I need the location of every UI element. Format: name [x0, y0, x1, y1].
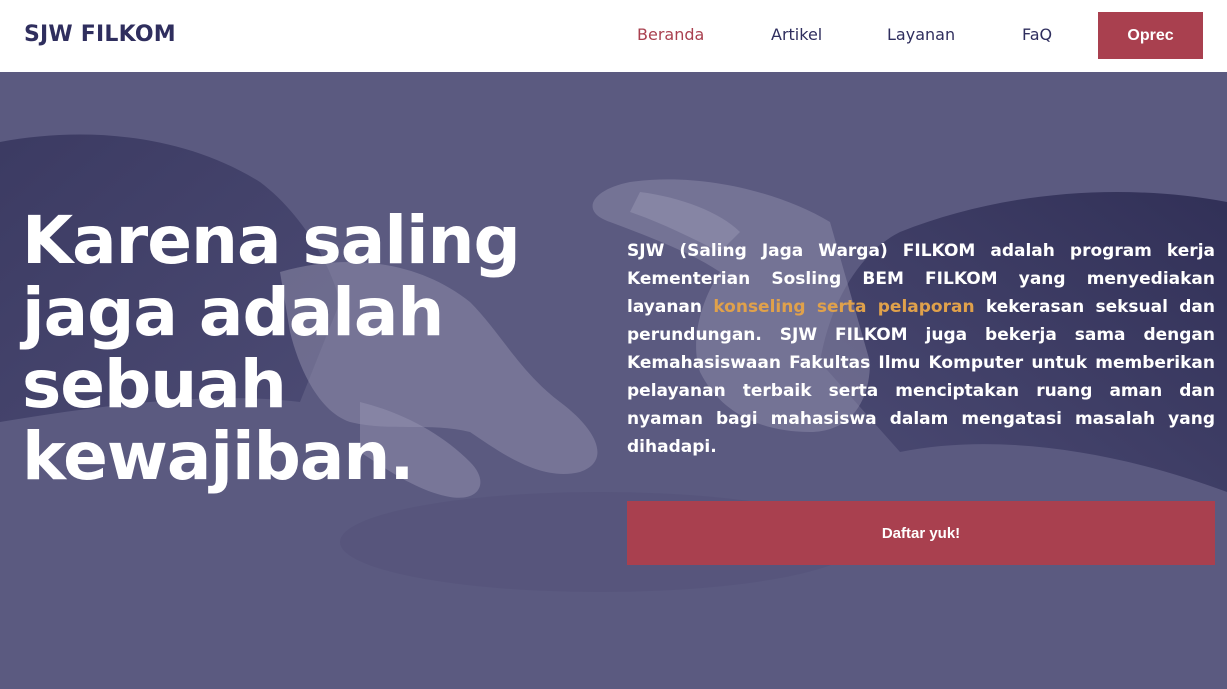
hero-description: SJW (Saling Jaga Warga) FILKOM adalah pr… — [627, 237, 1215, 461]
description-highlight: konseling serta pelaporan — [713, 297, 975, 317]
hero-heading-line: kewajiban. — [22, 418, 414, 495]
nav-link-faq[interactable]: FaQ — [1022, 25, 1052, 44]
nav-link-artikel[interactable]: Artikel — [771, 25, 822, 44]
description-text: kekerasan seksual dan perundungan. SJW F… — [627, 297, 1215, 457]
daftar-button[interactable]: Daftar yuk! — [627, 501, 1215, 565]
hero-heading-line: Karena saling — [22, 202, 521, 279]
hero-heading-line: jaga adalah — [22, 274, 444, 351]
hero-heading: Karena saling jaga adalah sebuah kewajib… — [22, 205, 582, 493]
nav-link-layanan[interactable]: Layanan — [887, 25, 955, 44]
brand-logo[interactable]: SJW FILKOM — [24, 22, 176, 47]
hero-section: Karena saling jaga adalah sebuah kewajib… — [0, 72, 1227, 689]
hero-heading-line: sebuah — [22, 346, 287, 423]
navbar: SJW FILKOM Beranda Artikel Layanan FaQ O… — [0, 0, 1227, 72]
nav-link-beranda[interactable]: Beranda — [637, 25, 704, 44]
oprec-button[interactable]: Oprec — [1098, 12, 1203, 59]
